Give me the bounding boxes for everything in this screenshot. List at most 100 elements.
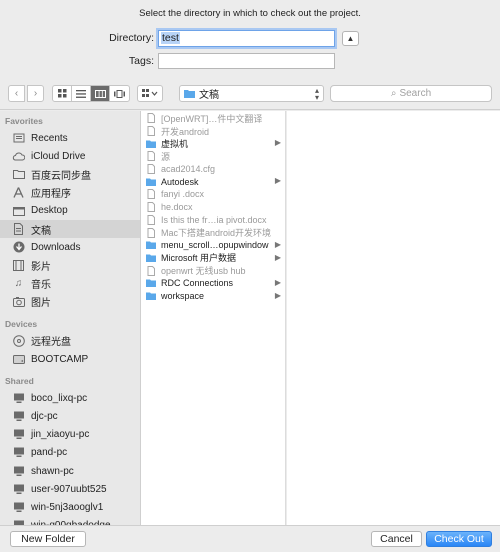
list-view-button[interactable] (72, 86, 91, 101)
file-item[interactable]: he.docx (141, 201, 285, 214)
file-item[interactable]: 开发android (141, 125, 285, 138)
empty-column (287, 111, 500, 525)
arrange-icon (142, 89, 158, 97)
sidebar-item-recents[interactable]: Recents (0, 129, 140, 147)
file-name: Is this the fr…ia pivot.docx (161, 214, 267, 225)
new-folder-button[interactable]: New Folder (10, 531, 86, 547)
sidebar-item-shared-computer[interactable]: user-907uubt525 (0, 480, 140, 498)
file-column: [OpenWRT]…件中文翻译 开发android 虚拟机 ▶ 源 acad20… (141, 111, 286, 525)
sidebar-item-shared-computer[interactable]: shawn-pc (0, 462, 140, 480)
computer-icon (12, 465, 25, 477)
file-name: he.docx (161, 202, 193, 213)
file-item[interactable]: [OpenWRT]…件中文翻译 (141, 112, 285, 125)
document-icon (147, 214, 155, 225)
arrange-button[interactable] (137, 85, 163, 102)
sidebar-item-shared-computer[interactable]: jin_xiaoyu-pc (0, 426, 140, 444)
grid-icon (57, 89, 66, 98)
sidebar-item-label: djc-pc (31, 411, 58, 423)
document-icon (147, 189, 155, 200)
file-item[interactable]: openwrt 无线usb hub (141, 264, 285, 277)
sidebar-item-icloud-drive[interactable]: iCloud Drive (0, 147, 140, 165)
folder-item[interactable]: Autodesk ▶ (141, 175, 285, 188)
updown-chevron-icon: ▴ ▾ (314, 86, 319, 102)
sidebar-item-shared-computer[interactable]: boco_lixq-pc (0, 389, 140, 407)
computer-icon (12, 429, 25, 441)
document-icon (147, 151, 155, 162)
check-out-button[interactable]: Check Out (426, 531, 492, 547)
cloud-icon (12, 150, 25, 162)
sidebar-item-label: boco_lixq-pc (31, 392, 88, 404)
disclosure-arrow-icon: ▶ (274, 252, 281, 262)
file-name: acad2014.cfg (161, 164, 216, 175)
sidebar-item-label: win-5nj3aooglv1 (31, 501, 104, 513)
sidebar-item-label: user-907uubt525 (31, 483, 107, 495)
sidebar-item-label: Desktop (31, 205, 68, 217)
sidebar-item-label: BOOTCAMP (31, 353, 89, 365)
folder-icon (12, 168, 25, 180)
location-popup[interactable]: 文稿 ▴ ▾ (179, 85, 324, 102)
folder-item[interactable]: Microsoft 用户数据 ▶ (141, 252, 285, 265)
computer-icon (12, 411, 25, 423)
chevron-up-icon: ▲ (346, 33, 355, 43)
column-view-button[interactable] (91, 86, 110, 101)
sidebar-item-baidu-sync[interactable]: 百度云同步盘 (0, 165, 140, 183)
file-name: menu_scroll…opupwindow (161, 240, 269, 251)
file-item[interactable]: Mac下搭建android开发环境 (141, 226, 285, 239)
documents-icon (12, 223, 25, 236)
folder-item[interactable]: 虚拟机 ▶ (141, 137, 285, 150)
file-item[interactable]: acad2014.cfg (141, 163, 285, 176)
chevron-right-icon: › (33, 88, 38, 99)
disclosure-arrow-icon: ▶ (274, 138, 281, 148)
dialog-header: Select the directory in which to check o… (0, 0, 500, 76)
tags-label: Tags: (128, 55, 154, 67)
file-name: Mac下搭建android开发环境 (161, 228, 272, 239)
icon-view-button[interactable] (53, 86, 72, 101)
dialog-prompt: Select the directory in which to check o… (139, 8, 361, 19)
sidebar-item-pictures[interactable]: 图片 (0, 293, 140, 311)
sidebar-item-shared-computer[interactable]: pand-pc (0, 444, 140, 462)
sidebar-item-shared-computer[interactable]: win-q00qbadodqe (0, 517, 140, 525)
file-item[interactable]: 源 (141, 150, 285, 163)
folder-item[interactable]: RDC Connections ▶ (141, 277, 285, 290)
sidebar-item-downloads[interactable]: Downloads (0, 238, 140, 256)
sidebar-item-bootcamp[interactable]: BOOTCAMP (0, 350, 140, 368)
expand-dialog-button[interactable]: ▲ (342, 30, 359, 46)
folder-item[interactable]: workspace ▶ (141, 290, 285, 303)
sidebar: Favorites Recents iCloud Drive 百度云同步盘 应用… (0, 111, 141, 525)
document-icon (147, 164, 155, 175)
sidebar-item-documents[interactable]: 文稿 (0, 219, 140, 239)
drive-icon (12, 353, 25, 365)
sidebar-item-applications[interactable]: 应用程序 (0, 184, 140, 202)
back-button[interactable]: ‹ (8, 85, 25, 102)
downloads-icon (12, 241, 25, 253)
sidebar-item-remote-disc[interactable]: 远程光盘 (0, 332, 140, 350)
search-field[interactable]: ⌕ Search (330, 85, 492, 102)
directory-label: Directory: (109, 32, 154, 44)
file-item[interactable]: Is this the fr…ia pivot.docx (141, 214, 285, 227)
folder-icon (146, 178, 156, 186)
folder-item[interactable]: menu_scroll…opupwindow ▶ (141, 239, 285, 252)
coverflow-view-button[interactable] (110, 86, 129, 101)
favorites-header: Favorites (5, 116, 43, 126)
document-icon (147, 126, 155, 137)
devices-header: Devices (5, 318, 38, 329)
location-label: 文稿 (199, 90, 219, 101)
sidebar-item-music[interactable]: ♫ 音乐 (0, 275, 140, 293)
file-name: 开发android (161, 126, 210, 137)
sidebar-item-label: 影片 (31, 261, 51, 273)
folder-icon (146, 140, 156, 148)
sidebar-item-desktop[interactable]: Desktop (0, 202, 140, 220)
cancel-button[interactable]: Cancel (371, 531, 422, 547)
folder-icon (146, 241, 156, 250)
sidebar-item-label: 远程光盘 (31, 337, 71, 349)
file-item[interactable]: fanyi .docx (141, 188, 285, 201)
columns-icon (94, 89, 106, 98)
tags-input[interactable] (158, 53, 335, 69)
sidebar-item-movies[interactable]: 影片 (0, 256, 140, 274)
movies-icon (12, 259, 25, 271)
forward-button[interactable]: › (27, 85, 44, 102)
sidebar-item-shared-computer[interactable]: win-5nj3aooglv1 (0, 498, 140, 516)
sidebar-item-label: 音乐 (31, 280, 51, 292)
sidebar-item-shared-computer[interactable]: djc-pc (0, 407, 140, 425)
directory-input[interactable]: test (158, 29, 335, 47)
